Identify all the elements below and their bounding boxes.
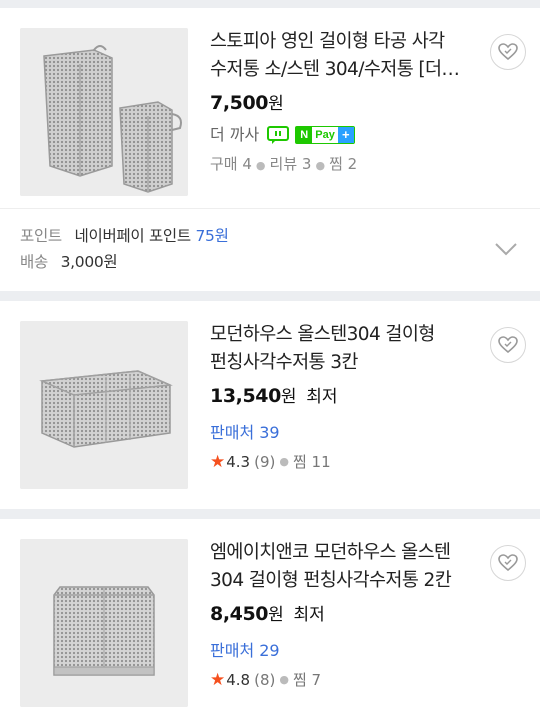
- rating-value: 4.8: [226, 671, 251, 689]
- seller-name[interactable]: 더 까사: [210, 122, 259, 148]
- heart-icon: [498, 43, 518, 61]
- zzim-count: 찜 7: [292, 671, 322, 689]
- star-icon: ★: [210, 452, 226, 472]
- product-card-3[interactable]: 엠에이치앤코 모던하우스 올스텐 304 걸이형 펀칭사각수저통 2칸 8,45…: [0, 519, 540, 716]
- naverpay-n-icon: N: [296, 127, 313, 143]
- product-title[interactable]: 스토피아 영인 걸이형 타공 사각 수저통 소/스텐 304/수저통 [더…: [210, 28, 482, 84]
- meta-row: 구매 4 ● 리뷰 3 ● 찜 2: [210, 152, 482, 178]
- top-separator: [0, 0, 540, 8]
- product-info: 엠에이치앤코 모던하우스 올스텐 304 걸이형 펀칭사각수저통 2칸 8,45…: [210, 539, 522, 707]
- point-shipping-box[interactable]: 포인트 네이버페이 포인트 75원 배송 3,000원: [0, 208, 540, 291]
- review-count[interactable]: 리뷰 3: [270, 155, 312, 173]
- currency-unit: 원: [268, 94, 284, 114]
- lowest-price-label: 최저: [293, 605, 325, 625]
- seller-count-link[interactable]: 판매처 39: [210, 420, 482, 446]
- currency-unit: 원: [280, 387, 297, 407]
- currency-unit: 원: [268, 605, 284, 625]
- rating-count[interactable]: (9): [254, 450, 275, 474]
- dot-separator: ●: [315, 159, 326, 172]
- product-image[interactable]: [20, 321, 188, 489]
- chevron-down-icon[interactable]: [494, 241, 518, 257]
- point-text: 네이버페이 포인트: [74, 227, 192, 245]
- purchase-count: 구매 4: [210, 155, 252, 173]
- zzim-count: 찜 11: [292, 453, 331, 471]
- price-row: 13,540원 최저: [210, 381, 482, 412]
- shipping-line: 배송 3,000원: [20, 249, 520, 275]
- price: 7,500: [210, 92, 269, 114]
- rating-count[interactable]: (8): [254, 668, 275, 692]
- talktalk-icon[interactable]: [267, 126, 290, 144]
- product-title[interactable]: 모던하우스 올스텐304 걸이형 펀칭사각수저통 3칸: [210, 321, 482, 377]
- seller-count-link[interactable]: 판매처 29: [210, 638, 482, 664]
- naverpay-badge: N Pay +: [295, 126, 355, 144]
- shipping-value: 3,000원: [60, 253, 118, 271]
- price-row: 7,500원: [210, 88, 482, 119]
- lowest-price-label: 최저: [306, 387, 338, 407]
- rating-row: ★ 4.8 (8) ● 찜 7: [210, 668, 482, 692]
- point-label: 포인트: [20, 227, 62, 245]
- product-image[interactable]: [20, 539, 188, 707]
- point-value: 75원: [195, 227, 229, 245]
- dot-separator: ●: [279, 673, 289, 686]
- zzim-button[interactable]: [490, 327, 526, 363]
- product-card-1[interactable]: 스토피아 영인 걸이형 타공 사각 수저통 소/스텐 304/수저통 [더… 7…: [0, 8, 540, 208]
- product-info: 모던하우스 올스텐304 걸이형 펀칭사각수저통 3칸 13,540원 최저 판…: [210, 321, 522, 489]
- price: 8,450: [210, 603, 269, 625]
- rating-value: 4.3: [226, 453, 251, 471]
- price: 13,540: [210, 385, 281, 407]
- point-line: 포인트 네이버페이 포인트 75원: [20, 223, 520, 249]
- price-row: 8,450원 최저: [210, 599, 482, 630]
- seller-row: 더 까사 N Pay +: [210, 122, 482, 148]
- product-image[interactable]: [20, 28, 188, 196]
- naverpay-label: Pay: [315, 129, 335, 141]
- rating-row: ★ 4.3 (9) ● 찜 11: [210, 450, 482, 474]
- product-info: 스토피아 영인 걸이형 타공 사각 수저통 소/스텐 304/수저통 [더… 7…: [210, 28, 522, 196]
- section-separator: [0, 291, 540, 301]
- section-separator: [0, 509, 540, 519]
- dot-separator: ●: [279, 455, 289, 468]
- dot-separator: ●: [255, 159, 266, 172]
- naverpay-plus-icon: +: [337, 127, 354, 143]
- star-icon: ★: [210, 670, 226, 690]
- zzim-button[interactable]: [490, 545, 526, 581]
- heart-icon: [498, 554, 518, 572]
- zzim-button[interactable]: [490, 34, 526, 70]
- zzim-count: 찜 2: [329, 155, 358, 173]
- product-title[interactable]: 엠에이치앤코 모던하우스 올스텐 304 걸이형 펀칭사각수저통 2칸: [210, 539, 482, 595]
- product-card-2[interactable]: 모던하우스 올스텐304 걸이형 펀칭사각수저통 3칸 13,540원 최저 판…: [0, 301, 540, 501]
- heart-icon: [498, 336, 518, 354]
- shipping-label: 배송: [20, 253, 48, 271]
